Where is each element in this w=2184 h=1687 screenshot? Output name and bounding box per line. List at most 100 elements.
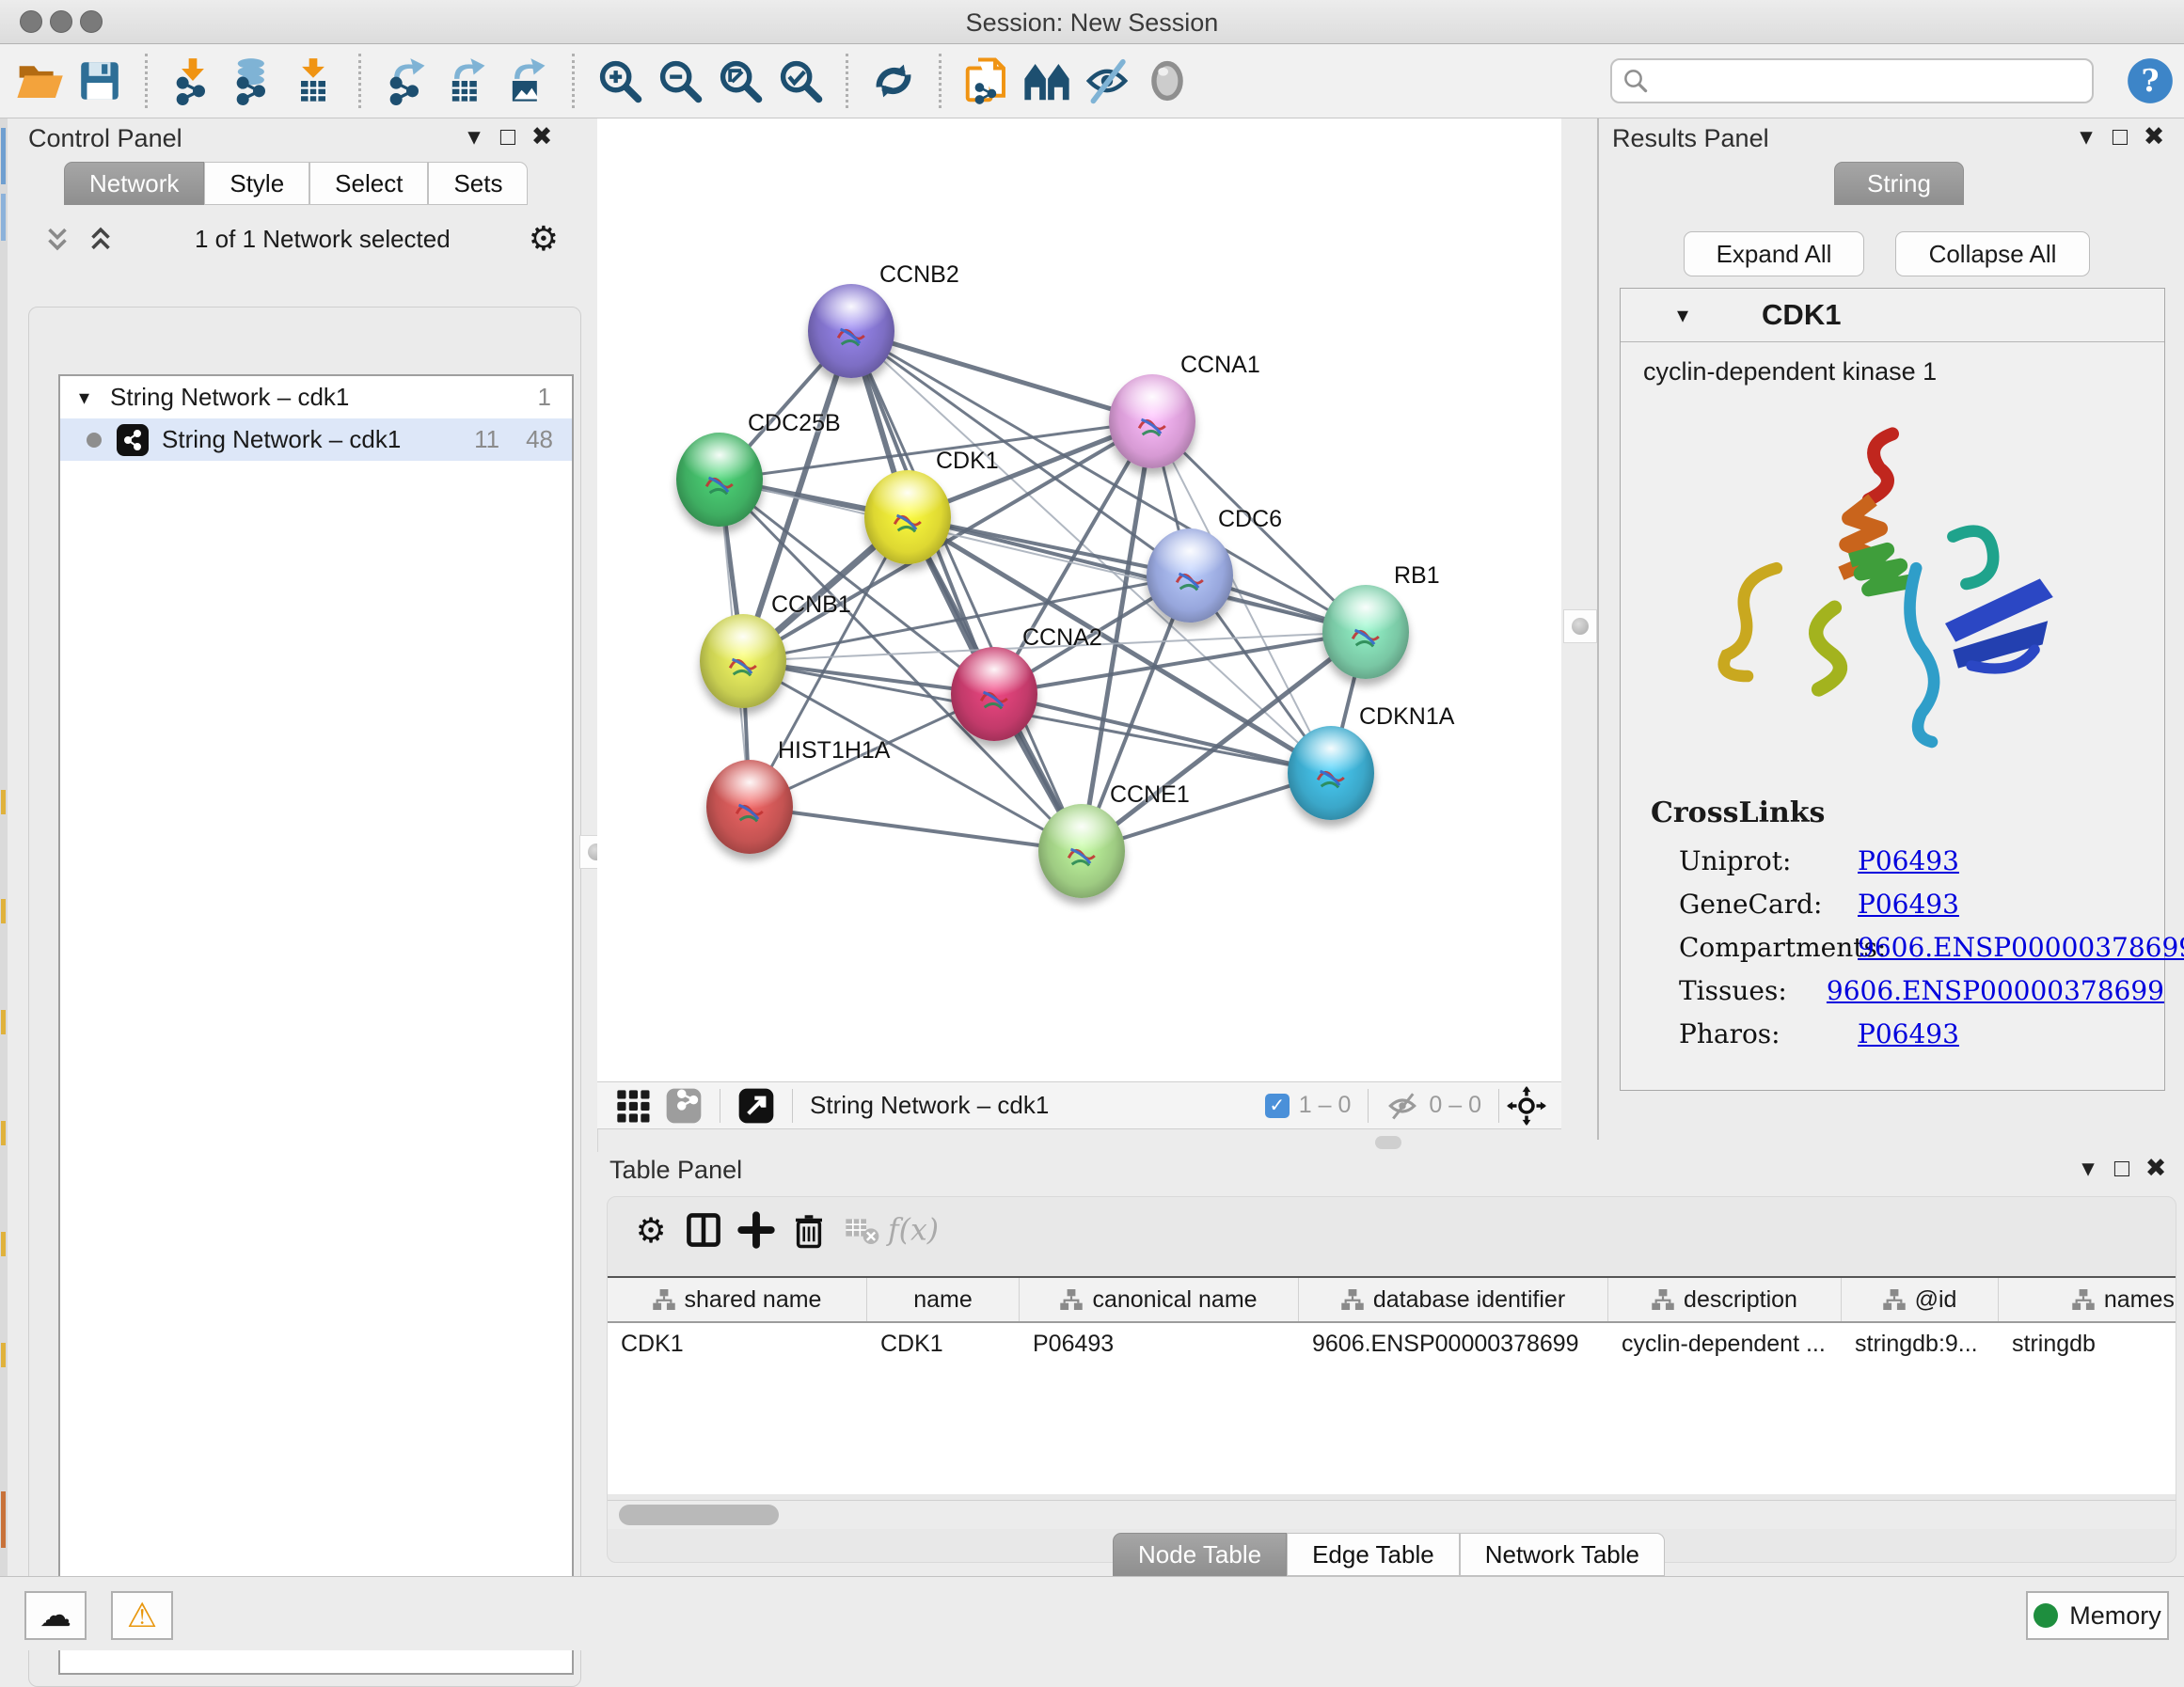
network-node-CCNB1[interactable] [700,614,786,708]
network-overview-icon[interactable] [665,1087,703,1125]
network-node-CDK1[interactable] [864,470,951,564]
control-panel-float-button[interactable]: ▾ [457,122,491,151]
gear-button[interactable]: ⚙ [625,1204,677,1256]
first-neighbors-button[interactable] [1017,51,1077,111]
edge-CCNB2-CCNA1[interactable] [851,331,1152,421]
clone-network-button[interactable] [957,51,1017,111]
edge-HIST1H1A-CCNE1[interactable] [750,807,1082,851]
tab-style[interactable]: Style [204,162,309,205]
results-panel-close-button[interactable]: ✖ [2137,122,2171,151]
export-table-button[interactable] [436,51,497,111]
expand-all-networks-icon[interactable] [85,223,117,255]
show-all-button[interactable] [1137,51,1197,111]
tab-select[interactable]: Select [309,162,428,205]
selected-checkbox-icon[interactable]: ✓ [1265,1094,1290,1118]
zoom-fit-button[interactable] [710,51,770,111]
tab-string[interactable]: String [1834,162,1964,205]
tab-edge-table[interactable]: Edge Table [1287,1533,1460,1576]
zoom-selected-button[interactable] [770,51,831,111]
table-cell[interactable]: stringdb [1999,1323,2176,1364]
column-header-namespace[interactable]: namespace [1999,1278,2176,1321]
network-node-CCNB2[interactable] [808,284,894,378]
network-node-HIST1H1A[interactable] [706,760,793,854]
cloud-status-button[interactable]: ☁ [24,1591,87,1640]
crosslink-value-link[interactable]: 9606.ENSP00000378699 [1827,975,2164,1006]
network-node-CCNA1[interactable] [1109,374,1195,468]
columns-button[interactable] [677,1204,730,1256]
right-splitter-knob[interactable] [1563,609,1597,643]
table-cell[interactable]: CDK1 [608,1323,867,1364]
memory-button[interactable]: Memory [2026,1591,2169,1640]
birdseye-view-icon[interactable] [737,1087,775,1125]
table-cell[interactable]: cyclin-dependent ... [1608,1323,1842,1364]
network-node-CCNE1[interactable] [1038,804,1125,898]
network-node-CDC25B[interactable] [676,433,763,527]
crosslink-value-link[interactable]: P06493 [1858,889,1959,920]
crosslink-value-link[interactable]: P06493 [1858,1018,1959,1049]
open-file-button[interactable] [9,51,70,111]
network-collection-row[interactable]: ▾ String Network – cdk1 1 [60,376,572,418]
edge-CCNB2-CCNE1[interactable] [851,331,1082,851]
table-horizontal-scrollbar[interactable] [608,1500,2176,1529]
table-cell[interactable]: stringdb:9... [1842,1323,1999,1364]
network-node-CDKN1A[interactable] [1288,726,1374,820]
table-cell[interactable]: CDK1 [867,1323,1020,1364]
refresh-button[interactable] [863,51,924,111]
help-button[interactable]: ? [2126,56,2175,105]
import-database-button[interactable] [223,51,283,111]
tab-sets[interactable]: Sets [428,162,528,205]
network-options-gear-icon[interactable]: ⚙ [529,219,559,259]
control-panel-close-button[interactable]: ✖ [525,122,559,151]
export-network-button[interactable] [376,51,436,111]
tab-network[interactable]: Network [64,162,204,205]
table-cell[interactable]: 9606.ENSP00000378699 [1299,1323,1608,1364]
warnings-button[interactable]: ⚠ [111,1591,173,1640]
fx-button[interactable]: f(x) [888,1204,941,1256]
table-row[interactable]: CDK1CDK1P064939606.ENSP00000378699cyclin… [608,1323,2176,1364]
gene-card-header[interactable]: ▾ CDK1 [1621,289,2164,342]
table-cell[interactable]: P06493 [1020,1323,1299,1364]
collapse-all-networks-icon[interactable] [41,223,73,255]
results-panel-maximize-button[interactable]: □ [2103,122,2137,151]
results-panel-float-button[interactable]: ▾ [2069,122,2103,151]
save-button[interactable] [70,51,130,111]
crosslink-value-link[interactable]: P06493 [1858,845,1959,876]
add-button[interactable] [730,1204,783,1256]
edge-CCNA2-CDKN1A[interactable] [994,694,1331,773]
column-header-shared-name[interactable]: shared name [608,1278,867,1321]
column-header-canonical-name[interactable]: canonical name [1020,1278,1299,1321]
search-box[interactable] [1610,58,2094,103]
bottom-splitter-knob[interactable] [1375,1136,1401,1149]
table-delete-button[interactable] [835,1204,888,1256]
import-table-button[interactable] [283,51,343,111]
control-panel-maximize-button[interactable]: □ [491,122,525,151]
network-node-CCNA2[interactable] [951,647,1037,741]
column-header-@id[interactable]: @id [1842,1278,1999,1321]
collection-expander-icon[interactable]: ▾ [79,386,89,410]
network-node-RB1[interactable] [1322,585,1409,679]
collapse-all-button[interactable]: Collapse All [1895,231,2090,276]
column-header-database-identifier[interactable]: database identifier [1299,1278,1608,1321]
table-panel-close-button[interactable]: ✖ [2139,1154,2173,1183]
search-input[interactable] [1650,67,2082,96]
import-network-button[interactable] [163,51,223,111]
table-panel-float-button[interactable]: ▾ [2071,1154,2105,1183]
zoom-in-button[interactable] [590,51,650,111]
fit-selected-crosshair-icon[interactable] [1507,1086,1546,1126]
network-canvas[interactable]: CCNB2 CCNA1 CDC25B CDK1 CDC6 RB1 CCNB1 C… [597,118,1561,1081]
expand-all-button[interactable]: Expand All [1684,231,1864,276]
network-row[interactable]: String Network – cdk1 11 48 [60,418,572,461]
gene-expander-icon[interactable]: ▾ [1677,302,1688,329]
column-header-description[interactable]: description [1608,1278,1842,1321]
export-image-button[interactable] [497,51,557,111]
table-panel-maximize-button[interactable]: □ [2105,1154,2139,1183]
right-splitter[interactable] [1561,118,1599,1140]
column-header-name[interactable]: name [867,1278,1020,1321]
tab-network-table[interactable]: Network Table [1460,1533,1665,1576]
network-node-CDC6[interactable] [1147,528,1233,623]
trash-button[interactable] [783,1204,835,1256]
zoom-out-button[interactable] [650,51,710,111]
grid-view-icon[interactable] [614,1087,652,1125]
tab-node-table[interactable]: Node Table [1113,1533,1287,1576]
scrollbar-thumb[interactable] [619,1505,779,1525]
